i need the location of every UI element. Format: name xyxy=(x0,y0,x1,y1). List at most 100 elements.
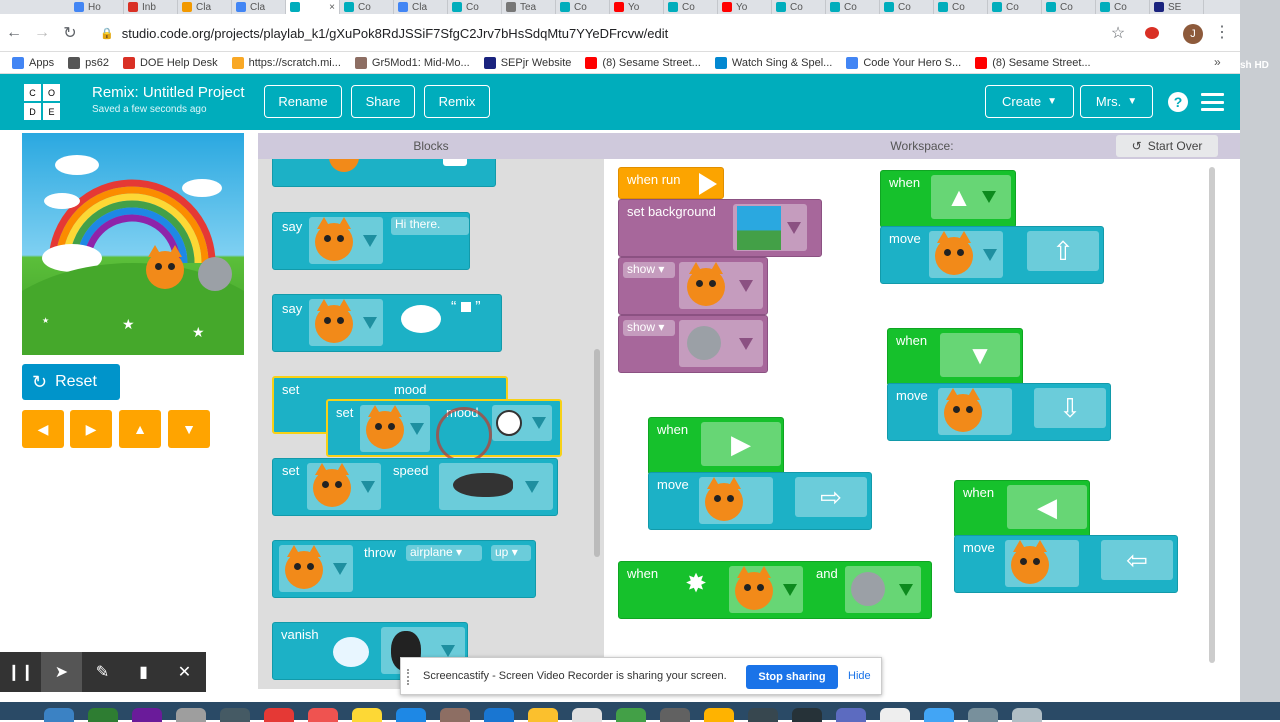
workspace-scrollbar[interactable] xyxy=(1209,167,1215,663)
browser-tab[interactable]: Cla xyxy=(394,0,448,14)
browser-tab[interactable]: × xyxy=(286,0,340,14)
mood-dropdown[interactable] xyxy=(492,405,552,441)
move-down-block[interactable]: move ⇩ xyxy=(887,383,1111,441)
direction-right-dropdown[interactable]: ⇨ xyxy=(795,477,867,517)
dragged-set-mood-block[interactable]: set mood xyxy=(326,399,562,463)
down-arrow-dropdown[interactable]: ▼ xyxy=(940,333,1020,377)
drag-handle-icon[interactable] xyxy=(407,669,411,685)
user-menu-button[interactable]: Mrs. ▼ xyxy=(1080,85,1153,118)
move-right-block[interactable]: move ⇨ xyxy=(648,472,872,530)
hide-button[interactable]: Hide xyxy=(848,670,871,682)
browser-tab[interactable]: Tea xyxy=(502,0,556,14)
browser-tab[interactable]: Co xyxy=(448,0,502,14)
right-arrow-button[interactable]: ▶ xyxy=(70,410,112,448)
pause-icon[interactable]: ❙❙ xyxy=(0,652,41,692)
back-icon[interactable]: ← xyxy=(0,19,28,47)
bookmark-item[interactable]: Code Your Hero S... xyxy=(846,56,961,69)
help-icon[interactable]: ? xyxy=(1168,92,1188,112)
sprite-dropdown[interactable] xyxy=(309,299,383,346)
create-menu-button[interactable]: Create ▼ xyxy=(985,85,1074,118)
say-block[interactable]: say Hi there. xyxy=(272,212,470,270)
show-cat-block[interactable]: show ▾ xyxy=(618,257,768,315)
close-icon[interactable]: ✕ xyxy=(164,652,205,692)
up-arrow-button[interactable]: ▲ xyxy=(119,410,161,448)
sprite-dropdown[interactable] xyxy=(309,217,383,264)
set-speed-block[interactable]: set speed xyxy=(272,458,558,516)
sprite-dropdown[interactable] xyxy=(679,320,763,367)
browser-tab[interactable]: Co xyxy=(880,0,934,14)
show-dropdown[interactable]: show ▾ xyxy=(623,262,675,278)
close-tab-icon[interactable]: × xyxy=(329,2,335,13)
address-bar[interactable]: 🔒 studio.code.org/projects/playlab_k1/gX… xyxy=(100,19,1140,47)
direction-up-dropdown[interactable]: ⇧ xyxy=(1027,231,1099,271)
browser-tab[interactable]: Ho xyxy=(70,0,124,14)
browser-tab[interactable]: Co xyxy=(826,0,880,14)
move-left-block[interactable]: move ⇦ xyxy=(954,535,1178,593)
browser-tab[interactable]: Cla xyxy=(178,0,232,14)
sprite-dropdown[interactable] xyxy=(1005,540,1079,587)
browser-tab[interactable]: Co xyxy=(772,0,826,14)
bunny-sprite[interactable] xyxy=(198,257,232,291)
bookmark-item[interactable]: Gr5Mod1: Mid-Mo... xyxy=(354,56,470,69)
browser-tab[interactable]: Co xyxy=(340,0,394,14)
projectile-dropdown[interactable]: airplane ▾ xyxy=(406,545,482,561)
bookmark-item[interactable]: ps62 xyxy=(68,56,109,69)
sprite-dropdown[interactable] xyxy=(679,262,763,309)
sprite-dropdown[interactable] xyxy=(845,566,921,613)
browser-tab[interactable]: Yo xyxy=(610,0,664,14)
toolbox-scrollbar[interactable] xyxy=(594,349,600,557)
browser-tab[interactable]: Co xyxy=(934,0,988,14)
sprite-dropdown[interactable] xyxy=(938,388,1012,435)
browser-tab[interactable]: Co xyxy=(988,0,1042,14)
direction-down-dropdown[interactable]: ⇩ xyxy=(1034,388,1106,428)
sprite-dropdown[interactable] xyxy=(929,231,1003,278)
more-bookmarks-icon[interactable]: » xyxy=(1214,55,1221,69)
bookmark-item[interactable]: SEPjr Website xyxy=(483,56,571,69)
bookmark-item[interactable]: DOE Help Desk xyxy=(122,56,218,69)
right-arrow-dropdown[interactable]: ▶ xyxy=(701,422,781,466)
rename-button[interactable]: Rename xyxy=(264,85,342,118)
when-down-block[interactable]: when ▼ xyxy=(887,328,1023,386)
speed-dropdown[interactable] xyxy=(439,463,553,510)
browser-menu-icon[interactable]: ⋮ xyxy=(1214,22,1230,42)
bookmark-item[interactable]: Watch Sing & Spel... xyxy=(714,56,832,69)
browser-tab[interactable]: Cla xyxy=(232,0,286,14)
sprite-dropdown[interactable] xyxy=(307,463,381,510)
background-dropdown[interactable] xyxy=(733,204,807,251)
browser-tab[interactable]: Co xyxy=(1096,0,1150,14)
say-text-field[interactable]: Hi there. xyxy=(391,217,469,235)
browser-tab[interactable]: Co xyxy=(664,0,718,14)
forward-icon[interactable]: → xyxy=(28,19,56,47)
browser-tab[interactable]: Co xyxy=(556,0,610,14)
extension-icon[interactable] xyxy=(1145,27,1159,39)
left-arrow-button[interactable]: ◀ xyxy=(22,410,64,448)
when-run-block[interactable]: when run xyxy=(618,167,724,199)
show-dropdown[interactable]: show ▾ xyxy=(623,320,675,336)
start-over-button[interactable]: ↺ Start Over xyxy=(1116,135,1218,157)
bookmark-star-icon[interactable]: ☆ xyxy=(1104,19,1132,47)
when-up-block[interactable]: when ▲ xyxy=(880,170,1016,228)
reset-button[interactable]: ↻ Reset xyxy=(22,364,120,400)
bookmark-item[interactable]: (8) Sesame Street... xyxy=(975,56,1091,69)
direction-dropdown[interactable]: up ▾ xyxy=(491,545,531,561)
code-logo[interactable]: C O D E xyxy=(24,84,60,120)
show-bunny-block[interactable]: show ▾ xyxy=(618,315,768,373)
when-left-block[interactable]: when ◀ xyxy=(954,480,1090,538)
sprite-dropdown[interactable] xyxy=(699,477,773,524)
reload-icon[interactable]: ↻ xyxy=(56,19,84,47)
cat-sprite[interactable] xyxy=(146,245,184,289)
bookmark-item[interactable]: Apps xyxy=(12,56,54,69)
throw-block[interactable]: throw airplane ▾ up ▾ xyxy=(272,540,536,598)
sprite-dropdown[interactable] xyxy=(729,566,803,613)
direction-left-dropdown[interactable]: ⇦ xyxy=(1101,540,1173,580)
browser-tab[interactable]: Yo xyxy=(718,0,772,14)
sprite-dropdown[interactable] xyxy=(360,405,430,452)
bookmark-item[interactable]: https://scratch.mi... xyxy=(231,56,341,69)
browser-tab[interactable]: SE xyxy=(1150,0,1204,14)
profile-avatar[interactable]: J xyxy=(1183,24,1203,44)
stop-sharing-button[interactable]: Stop sharing xyxy=(746,665,838,689)
down-arrow-button[interactable]: ▼ xyxy=(168,410,210,448)
cursor-icon[interactable]: ➤ xyxy=(41,652,82,692)
pen-icon[interactable]: ✎ xyxy=(82,652,123,692)
set-background-block[interactable]: set background xyxy=(618,199,822,257)
